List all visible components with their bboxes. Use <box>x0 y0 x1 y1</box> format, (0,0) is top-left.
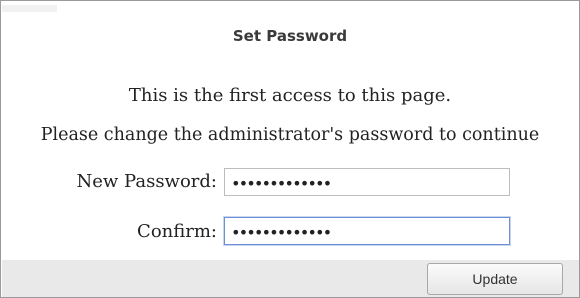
first-access-message: This is the first access to this page. <box>128 85 452 106</box>
update-button[interactable]: Update <box>427 263 563 295</box>
dialog-title: Set Password <box>232 27 348 45</box>
confirm-password-input[interactable] <box>224 217 510 245</box>
set-password-dialog: Set Password This is the first access to… <box>0 0 580 298</box>
confirm-password-label: Confirm: <box>137 221 217 242</box>
new-password-label: New Password: <box>76 171 217 192</box>
new-password-input[interactable] <box>224 168 510 196</box>
change-password-message: Please change the administrator's passwo… <box>40 125 540 145</box>
corner-decoration <box>2 5 57 12</box>
